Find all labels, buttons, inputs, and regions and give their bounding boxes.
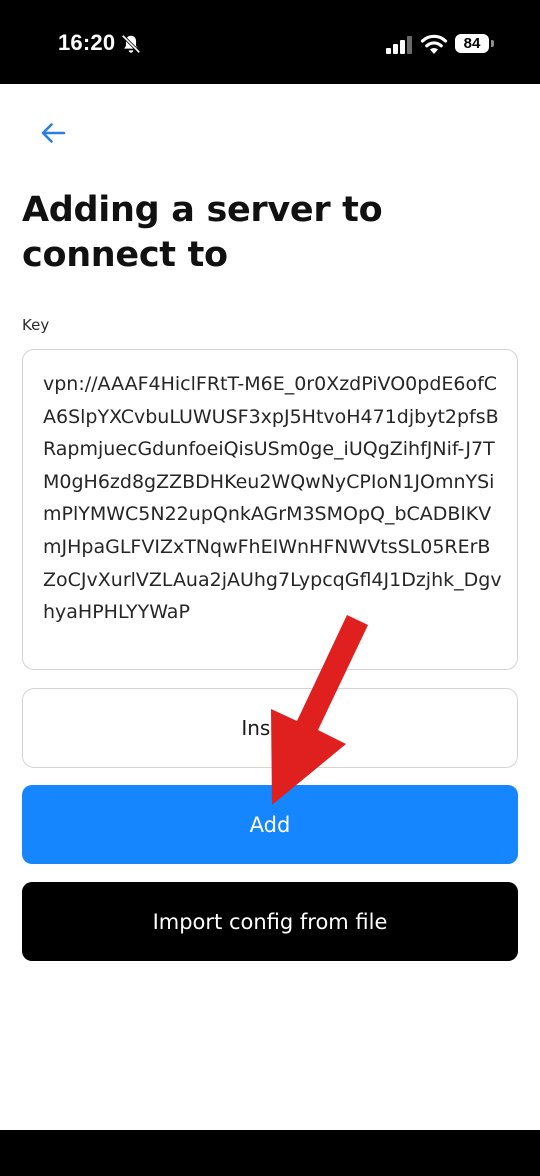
- add-button[interactable]: Add: [22, 785, 518, 864]
- bottom-bar: [0, 1130, 540, 1176]
- battery-tip: [491, 40, 494, 47]
- battery-icon: 84: [455, 34, 489, 53]
- page-title: Adding a server to connect to: [22, 190, 383, 275]
- insert-button[interactable]: Insert: [22, 688, 518, 768]
- key-input[interactable]: vpn://AAAF4HiclFRtT-M6E_0r0XzdPiVO0pdE6o…: [22, 349, 518, 670]
- signal-icon: [386, 36, 412, 54]
- arrow-left-icon: [41, 123, 66, 143]
- status-bar: 16:20 84: [0, 0, 540, 84]
- key-input-value: vpn://AAAF4HiclFRtT-M6E_0r0XzdPiVO0pdE6o…: [43, 373, 502, 624]
- back-button[interactable]: [34, 114, 72, 152]
- status-time: 16:20: [58, 30, 116, 55]
- key-label: Key: [22, 316, 50, 334]
- wifi-icon: [420, 34, 448, 54]
- bell-slash-icon: [121, 34, 141, 54]
- import-config-button[interactable]: Import config from file: [22, 882, 518, 961]
